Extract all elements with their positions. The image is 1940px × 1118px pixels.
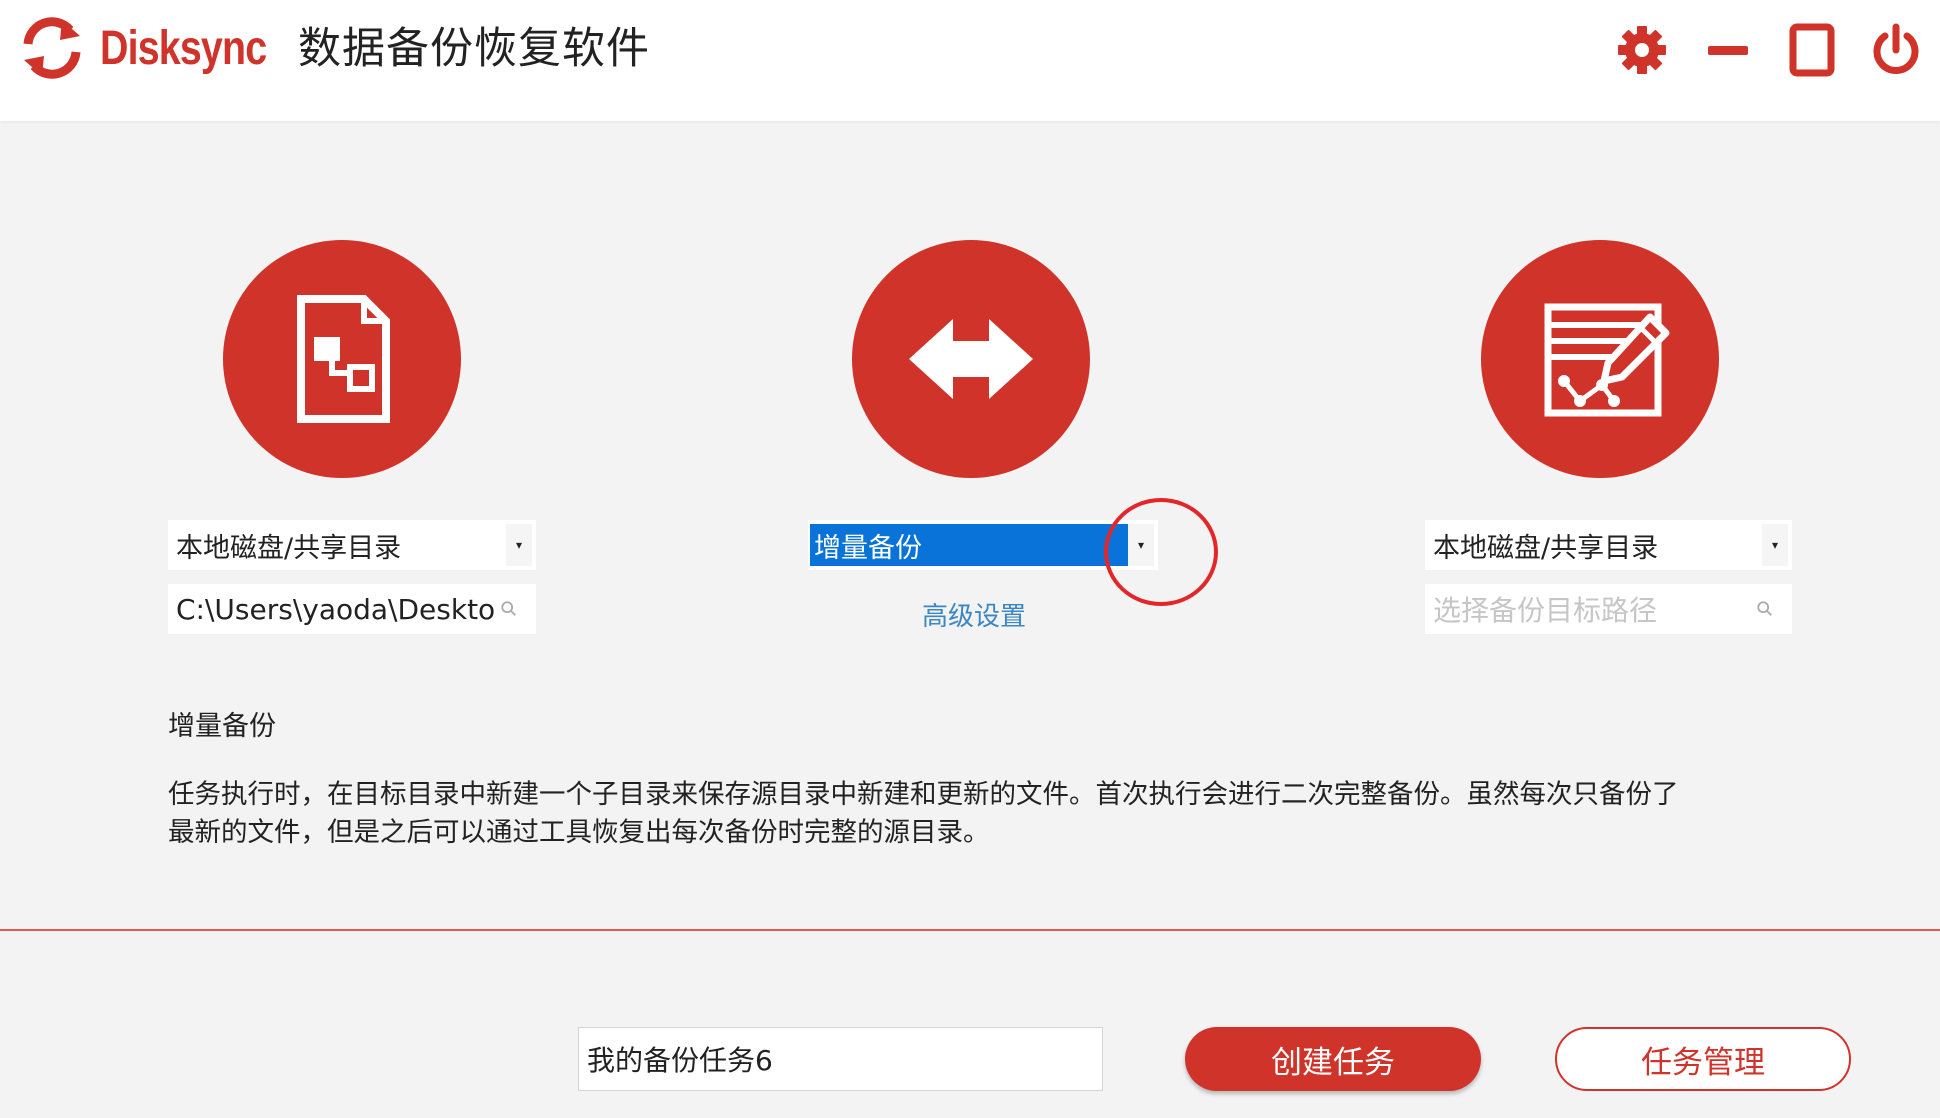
source-type-select[interactable]: 本地磁盘/共享目录 ▾ [168, 520, 536, 570]
sync-logo-icon [18, 14, 86, 82]
search-icon[interactable] [494, 594, 524, 624]
double-arrow-icon [909, 319, 1033, 399]
annotation-ring [1104, 498, 1218, 606]
app-window: Disksync 数据备份恢复软件 本地磁盘/共享目录 ▾ C:\Users\y… [0, 0, 1940, 1118]
mode-circle[interactable] [852, 240, 1090, 478]
brand-name: Disksync [100, 22, 267, 75]
chevron-down-icon[interactable]: ▾ [506, 524, 532, 566]
maximize-button[interactable] [1784, 22, 1840, 78]
mode-description-title: 增量备份 [168, 711, 276, 742]
power-icon [1873, 23, 1919, 74]
target-path-input[interactable]: 选择备份目标路径 [1425, 584, 1792, 634]
source-circle[interactable] [223, 240, 461, 478]
footer-divider [0, 929, 1940, 931]
minimize-icon [1708, 46, 1748, 55]
source-path-value: C:\Users\yaoda\Desktop [176, 592, 494, 626]
source-path-input[interactable]: C:\Users\yaoda\Desktop [168, 584, 536, 634]
title-bar: Disksync 数据备份恢复软件 [0, 0, 1940, 121]
create-task-button[interactable]: 创建任务 [1185, 1027, 1481, 1091]
advanced-settings-link[interactable]: 高级设置 [922, 596, 1026, 633]
description-line: 任务执行时，在目标目录中新建一个子目录来保存源目录中新建和更新的文件。首次执行会… [168, 779, 1679, 810]
task-name-input[interactable]: 我的备份任务6 [578, 1027, 1103, 1091]
minimize-button[interactable] [1700, 22, 1756, 78]
file-icon [297, 295, 390, 423]
task-manage-button[interactable]: 任务管理 [1555, 1027, 1851, 1091]
target-type-select[interactable]: 本地磁盘/共享目录 ▾ [1425, 520, 1792, 570]
edit-document-icon [1544, 303, 1670, 417]
close-button[interactable] [1868, 22, 1924, 78]
target-path-placeholder: 选择备份目标路径 [1433, 594, 1658, 627]
chevron-down-icon[interactable]: ▾ [1762, 524, 1788, 566]
source-type-value: 本地磁盘/共享目录 [176, 532, 402, 564]
maximize-icon [1789, 23, 1835, 77]
target-circle[interactable] [1481, 240, 1719, 478]
mode-description-text: 任务执行时，在目标目录中新建一个子目录来保存源目录中新建和更新的文件。首次执行会… [168, 776, 1788, 852]
search-icon[interactable] [1750, 594, 1780, 624]
description-line: 最新的文件，但是之后可以通过工具恢复出每次备份时完整的源目录。 [168, 817, 990, 848]
target-type-value: 本地磁盘/共享目录 [1433, 532, 1659, 564]
settings-button[interactable] [1614, 22, 1670, 78]
backup-mode-value: 增量备份 [810, 524, 1128, 566]
app-title: 数据备份恢复软件 [298, 24, 650, 74]
gear-icon [1618, 26, 1666, 74]
